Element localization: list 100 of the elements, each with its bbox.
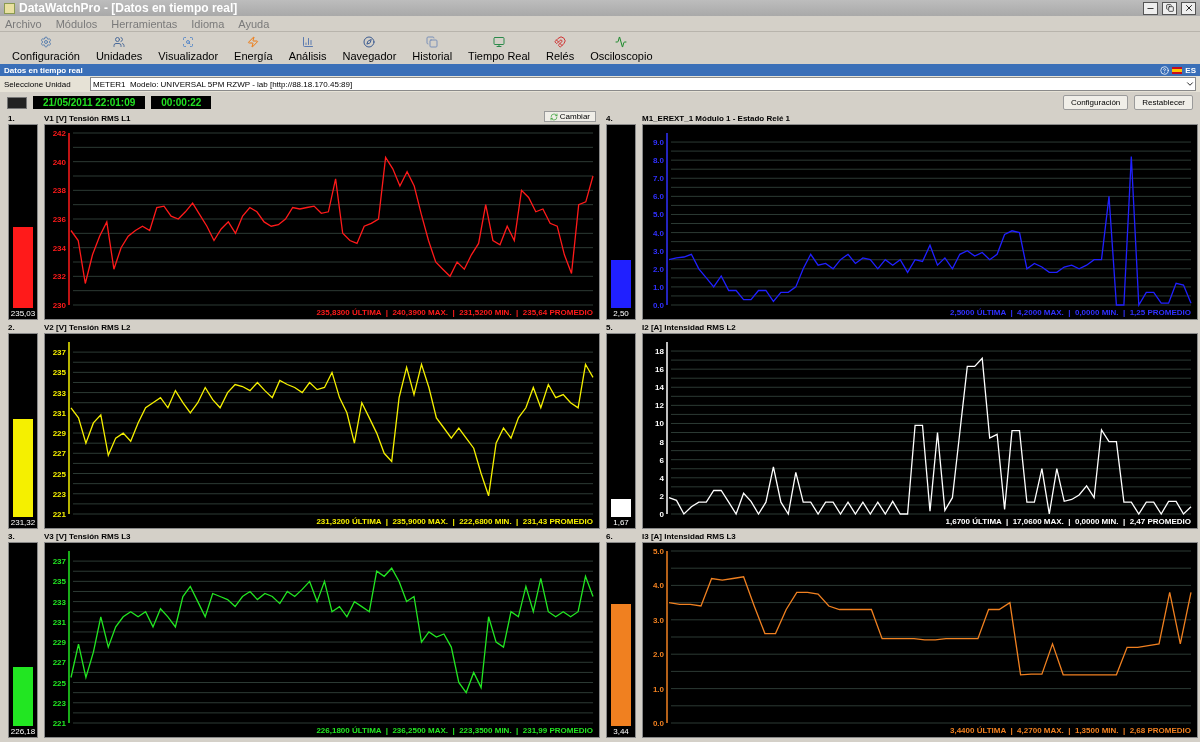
- language-label: ES: [1185, 65, 1196, 75]
- section-title: Datos en tiempo real: [4, 65, 83, 75]
- axis-label: 6.0: [652, 192, 664, 202]
- axis-label: 230: [52, 301, 66, 310]
- restore-button[interactable]: [1162, 1, 1177, 15]
- gear-icon: [39, 36, 52, 48]
- axis-label: 235: [52, 577, 66, 587]
- toolbar-button[interactable]: Unidades: [87, 36, 151, 62]
- scan-icon: [182, 36, 195, 48]
- axis-label: 227: [52, 449, 66, 459]
- toolbar-button[interactable]: Relés: [538, 36, 583, 62]
- stats-text: 231,3200 ÚLTIMA | 235,9000 MAX. | 222,6800 MIN. | 231,43 PROMEDIO: [316, 517, 593, 526]
- flag-icon[interactable]: [1172, 66, 1183, 74]
- change-button[interactable]: Cambiar: [543, 111, 596, 122]
- axis-label: 236: [52, 215, 66, 224]
- panel-number: 3.: [8, 532, 16, 541]
- meter-value: 3,44: [613, 727, 629, 736]
- axis-label: 231: [52, 408, 66, 418]
- axis-label: 223: [52, 489, 66, 499]
- toolbar-button[interactable]: Restablecer: [1134, 95, 1193, 110]
- timer-display: 00:00:22: [151, 96, 212, 109]
- meter-value: 2,50: [613, 309, 629, 318]
- axis-label: 234: [52, 243, 66, 253]
- axis-label: 0: [659, 510, 664, 519]
- toolbar-button[interactable]: Visualizador: [150, 36, 227, 62]
- axis-label: 231: [52, 617, 66, 627]
- axis-label: 2.0: [652, 264, 664, 274]
- toolbar-button[interactable]: Tiempo Real: [460, 36, 539, 62]
- panel-title: I2 [A] Intensidad RMS L2: [642, 323, 736, 332]
- axis-label: 12: [655, 401, 664, 411]
- toolbar-button[interactable]: Análisis: [280, 36, 335, 62]
- axis-label: 1.0: [652, 684, 664, 694]
- bar-chart-icon: [301, 36, 314, 48]
- compass-icon: [363, 36, 376, 48]
- lightning-icon: [247, 36, 260, 48]
- axis-label: 2.0: [652, 650, 664, 660]
- minimize-button[interactable]: [1143, 1, 1158, 15]
- close-button[interactable]: [1181, 1, 1196, 15]
- axis-label: 5.0: [652, 547, 664, 556]
- axis-label: 4: [659, 473, 664, 483]
- axis-label: 235: [52, 368, 66, 378]
- axis-label: 238: [52, 186, 66, 196]
- help-icon[interactable]: [1160, 65, 1170, 75]
- axis-label: 5.0: [652, 210, 664, 220]
- panel-title: I3 [A] Intensidad RMS L3: [642, 532, 736, 541]
- axis-label: 9.0: [652, 138, 664, 148]
- axis-label: 0.0: [652, 301, 664, 310]
- axis-label: 233: [52, 597, 66, 607]
- axis-label: 6: [659, 455, 664, 465]
- users-icon: [113, 36, 126, 48]
- axis-label: 237: [52, 557, 66, 567]
- meter-value: 235,03: [10, 309, 36, 318]
- stats-text: 3,4400 ÚLTIMA | 4,2700 MAX. | 1,3500 MIN. | 2,68 PROMEDIO: [949, 726, 1191, 735]
- axis-label: 3.0: [652, 615, 664, 625]
- axis-label: 227: [52, 658, 66, 668]
- app-icon: [4, 2, 15, 14]
- stats-text: 235,8300 ÚLTIMA | 240,3900 MAX. | 231,5200 MIN. | 235,64 PROMEDIO: [316, 308, 593, 317]
- axis-label: 232: [52, 272, 66, 282]
- axis-label: 242: [52, 129, 66, 138]
- axis-label: 225: [52, 678, 66, 688]
- panel-number: 1.: [8, 114, 16, 123]
- toolbar-button[interactable]: Configuración: [1062, 95, 1129, 110]
- toolbar-button[interactable]: Navegador: [334, 36, 405, 62]
- axis-label: 2: [659, 491, 664, 501]
- magnet-icon: [554, 36, 567, 48]
- close-icon: [1183, 3, 1194, 13]
- axis-label: 8.0: [652, 156, 664, 166]
- meter-value: 1,67: [613, 518, 629, 527]
- toolbar-button[interactable]: Osciloscopio: [582, 36, 661, 62]
- axis-label: 229: [52, 638, 66, 648]
- toolbar-button[interactable]: Historial: [404, 36, 461, 62]
- axis-label: 223: [52, 698, 66, 708]
- axis-label: 8: [659, 437, 664, 447]
- date-display: 21/05/2011 22:01:09: [33, 96, 146, 109]
- axis-label: 18: [655, 347, 664, 357]
- panel-title: V2 [V] Tensión RMS L2: [44, 323, 131, 332]
- scope-button[interactable]: [7, 96, 27, 109]
- axis-label: 7.0: [652, 174, 664, 184]
- panel-number: 5.: [606, 323, 614, 332]
- panel-title: M1_EREXT_1 Módulo 1 - Estado Relé 1: [642, 114, 791, 123]
- axis-label: 4.0: [652, 581, 664, 591]
- toolbar-button[interactable]: Configuración: [4, 36, 88, 62]
- toolbar-button[interactable]: Energía: [226, 36, 281, 62]
- unit-dropdown[interactable]: METER1 Modelo: UNIVERSAL 5PM RZWP - lab [http://88.18.170.45:89]: [90, 77, 1196, 91]
- refresh-icon: [549, 112, 558, 121]
- monitor-icon: [493, 36, 506, 48]
- pulse-icon: [615, 36, 628, 48]
- axis-label: 225: [52, 469, 66, 479]
- window-title: DataWatchPro - [Datos en tiempo real]: [19, 1, 238, 15]
- stats-text: 2,5000 ÚLTIMA | 4,2000 MAX. | 0,0000 MIN. | 1,25 PROMEDIO: [949, 308, 1191, 317]
- axis-label: 0.0: [652, 719, 664, 728]
- axis-label: 10: [655, 419, 664, 429]
- restore-icon: [1165, 4, 1174, 12]
- axis-label: 1.0: [652, 282, 664, 292]
- panel-title: V1 [V] Tensión RMS L1: [44, 114, 131, 123]
- stats-text: 1,6700 ÚLTIMA | 17,0600 MAX. | 0,0000 MIN. | 2,47 PROMEDIO: [945, 517, 1191, 526]
- axis-label: 16: [655, 365, 664, 375]
- panel-title: V3 [V] Tensión RMS L3: [44, 532, 131, 541]
- stats-text: 226,1800 ÚLTIMA | 236,2500 MAX. | 223,3500 MIN. | 231,99 PROMEDIO: [316, 726, 593, 735]
- axis-label: 233: [52, 388, 66, 398]
